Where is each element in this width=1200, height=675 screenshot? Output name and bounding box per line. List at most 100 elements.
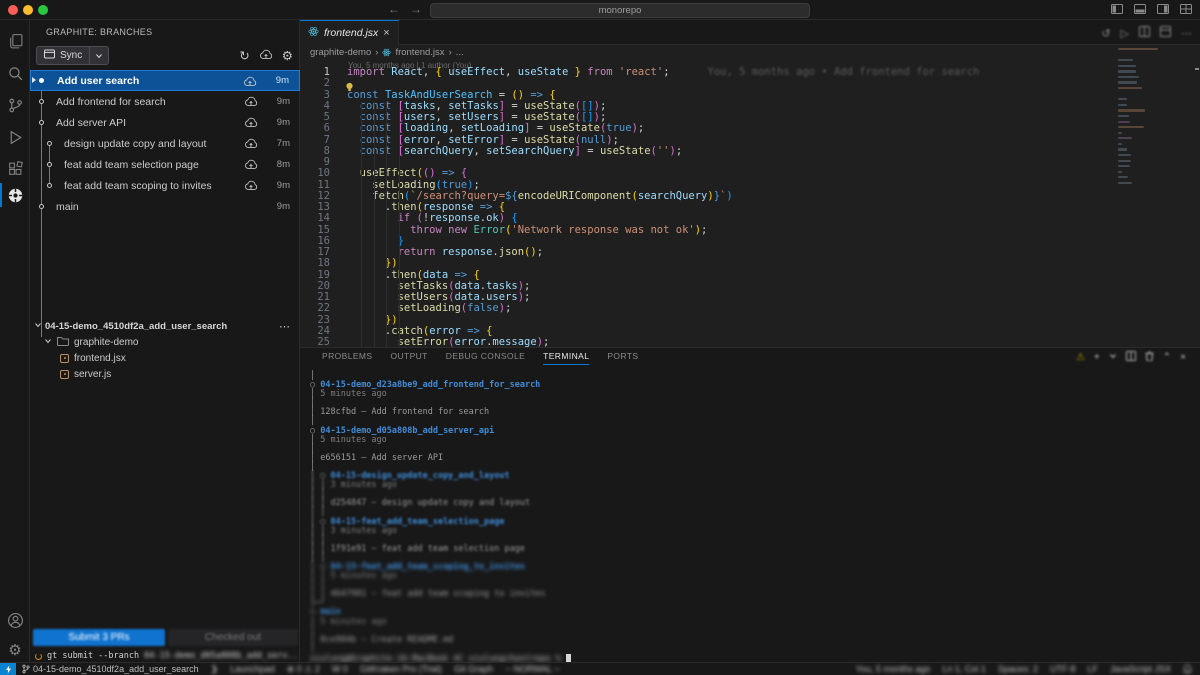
run-file-icon[interactable]: ▷ (1121, 27, 1129, 40)
branch-row[interactable]: feat add team selection page8m (30, 154, 300, 175)
cloud-upload-icon[interactable] (244, 180, 258, 194)
tree-file-row[interactable]: server.js (30, 366, 300, 382)
overview-ruler-marker (1195, 68, 1199, 70)
blame-item[interactable]: You, 5 months ago (856, 664, 931, 674)
tab-label: frontend.jsx (324, 27, 378, 39)
terminal-dropdown-icon[interactable] (1109, 352, 1117, 363)
editor-group[interactable]: frontend.jsx × ↺ ▷ ⋯ graphite-demo › fro… (300, 20, 1200, 347)
activity-graphite-icon[interactable] (0, 180, 30, 210)
activity-account-icon[interactable] (0, 605, 30, 635)
indentation-item[interactable]: Spaces: 2 (998, 664, 1038, 674)
tab-frontend-jsx[interactable]: frontend.jsx × (300, 20, 399, 45)
branch-row[interactable]: feat add team scoping to invites9m (30, 175, 300, 196)
activity-settings-gear-icon[interactable]: ⚙ (0, 635, 30, 665)
terminal-line: │ │ 3 minutes ago (310, 527, 1190, 536)
gitkraken-item[interactable]: GitKraken Pro (Trial) (360, 664, 442, 675)
split-editor-icon[interactable] (1139, 26, 1150, 40)
branch-row[interactable]: main9m (30, 196, 300, 217)
breadcrumb[interactable]: graphite-demo › frontend.jsx › ... (310, 45, 1190, 60)
submit-prs-button[interactable]: Submit 3 PRs (33, 629, 165, 646)
branch-row[interactable]: design update copy and layout7m (30, 133, 300, 154)
breadcrumb-symbol[interactable]: ... (456, 47, 464, 58)
stack-section-header[interactable]: 04-15-demo_4510df2a_add_user_search ⋯ (30, 318, 300, 334)
js-file-icon (60, 370, 69, 379)
new-terminal-icon[interactable]: + (1094, 352, 1100, 363)
cloud-upload-icon[interactable] (244, 96, 258, 110)
window-close-button[interactable] (8, 5, 18, 15)
activity-search-icon[interactable] (0, 58, 30, 88)
branch-row[interactable]: Add user search9m (30, 70, 300, 91)
language-item[interactable]: JavaScript JSX (1110, 664, 1171, 674)
split-terminal-icon[interactable] (1126, 351, 1136, 364)
activity-source-control-icon[interactable] (0, 90, 30, 120)
folder-label: graphite-demo (74, 337, 138, 348)
branch-row[interactable]: Add frontend for search9m (30, 91, 300, 112)
panel-tab-output[interactable]: OUTPUT (390, 348, 427, 365)
customize-layout-icon[interactable] (1180, 4, 1192, 14)
minimap[interactable] (1118, 48, 1160, 187)
open-changes-icon[interactable]: ↺ (1101, 27, 1110, 40)
command-center-search[interactable]: monorepo (430, 3, 810, 18)
eol-item[interactable]: LF (1087, 664, 1098, 674)
minimap-line (1118, 143, 1122, 145)
sync-dropdown-chevron-icon[interactable] (90, 52, 108, 60)
breadcrumb-file[interactable]: frontend.jsx (395, 47, 444, 58)
cloud-upload-icon[interactable] (244, 159, 258, 173)
code-area[interactable]: 1import React, { useEffect, useState } f… (300, 67, 1110, 348)
branch-status-item[interactable]: 04-15-demo_4510df2a_add_user_search (22, 664, 199, 674)
branch-row[interactable]: Add server API9m (30, 112, 300, 133)
panel-tab-ports[interactable]: PORTS (607, 348, 638, 365)
cloud-upload-icon[interactable] (244, 117, 258, 131)
toggle-panel-icon[interactable] (1134, 4, 1146, 14)
tree-folder-row[interactable]: graphite-demo (30, 334, 300, 350)
refresh-icon[interactable]: ↻ (239, 50, 249, 63)
code-line: 15 throw new Error('Network response was… (300, 225, 1110, 236)
indent-guide (361, 101, 362, 349)
nav-back-icon[interactable]: ← (388, 2, 400, 16)
checked-out-button[interactable]: Checked out (168, 629, 298, 646)
layout-icon[interactable] (1160, 26, 1171, 40)
maximize-panel-icon[interactable]: ⌃ (1163, 352, 1171, 363)
close-panel-icon[interactable]: × (1180, 352, 1186, 363)
cloud-upload-icon[interactable] (259, 47, 273, 65)
lightbulb-icon[interactable] (345, 79, 354, 97)
kill-terminal-icon[interactable] (1145, 351, 1154, 364)
minimap-line (1118, 182, 1132, 184)
tab-close-icon[interactable]: × (383, 27, 389, 39)
cursor-position-item[interactable]: Ln 1, Col 1 (942, 664, 986, 674)
toggle-secondary-sidebar-icon[interactable] (1157, 4, 1169, 14)
panel-tab-problems[interactable]: PROBLEMS (322, 348, 372, 365)
activity-run-debug-icon[interactable] (0, 122, 30, 152)
problems-item[interactable]: ⊗ 0 ⚠ 2 (287, 664, 320, 675)
breadcrumb-folder[interactable]: graphite-demo (310, 47, 371, 58)
minimap-line (1118, 137, 1132, 139)
nav-forward-icon[interactable]: → (410, 2, 422, 16)
terminal-line: │ │ d254847 — design update copy and lay… (310, 499, 1190, 508)
tree-file-row[interactable]: frontend.jsx (30, 350, 300, 366)
cloud-upload-icon[interactable] (244, 138, 258, 152)
remote-indicator[interactable] (0, 663, 16, 675)
toggle-sidebar-icon[interactable] (1111, 4, 1123, 14)
chevron-item[interactable]: ❯ (211, 664, 219, 675)
sync-count-item[interactable]: W 0 (332, 664, 348, 675)
window-minimize-button[interactable] (23, 5, 33, 15)
terminal-output[interactable]: │○ 04-15-demo_d23a8be9_add_frontend_for_… (310, 372, 1190, 663)
panel-tab-debug-console[interactable]: DEBUG CONSOLE (446, 348, 525, 365)
gt-command-text: gt submit --branch (47, 651, 139, 661)
launchpad-item[interactable]: Launchpad (230, 664, 275, 675)
more-actions-icon[interactable]: ⋯ (1181, 27, 1192, 40)
cloud-upload-icon[interactable] (243, 76, 257, 90)
terminal-line: ○ 04-15-demo_d23a8be9_add_frontend_for_s… (310, 381, 1190, 390)
panel-tabs: PROBLEMS OUTPUT DEBUG CONSOLE TERMINAL PORTS (322, 348, 638, 365)
bell-icon[interactable] (1183, 664, 1192, 674)
encoding-item[interactable]: UTF-8 (1050, 664, 1076, 674)
panel-tab-terminal[interactable]: TERMINAL (543, 348, 589, 365)
sync-button[interactable]: Sync (36, 46, 109, 65)
vim-mode-item[interactable]: -- NORMAL -- (505, 664, 560, 675)
more-actions-icon[interactable]: ⋯ (279, 320, 290, 333)
git-graph-item[interactable]: Git Graph (454, 664, 493, 675)
branches-settings-gear-icon[interactable]: ⚙ (282, 50, 293, 63)
activity-explorer-icon[interactable] (0, 26, 30, 56)
terminal-line: ○ main (310, 608, 1190, 617)
window-zoom-button[interactable] (38, 5, 48, 15)
